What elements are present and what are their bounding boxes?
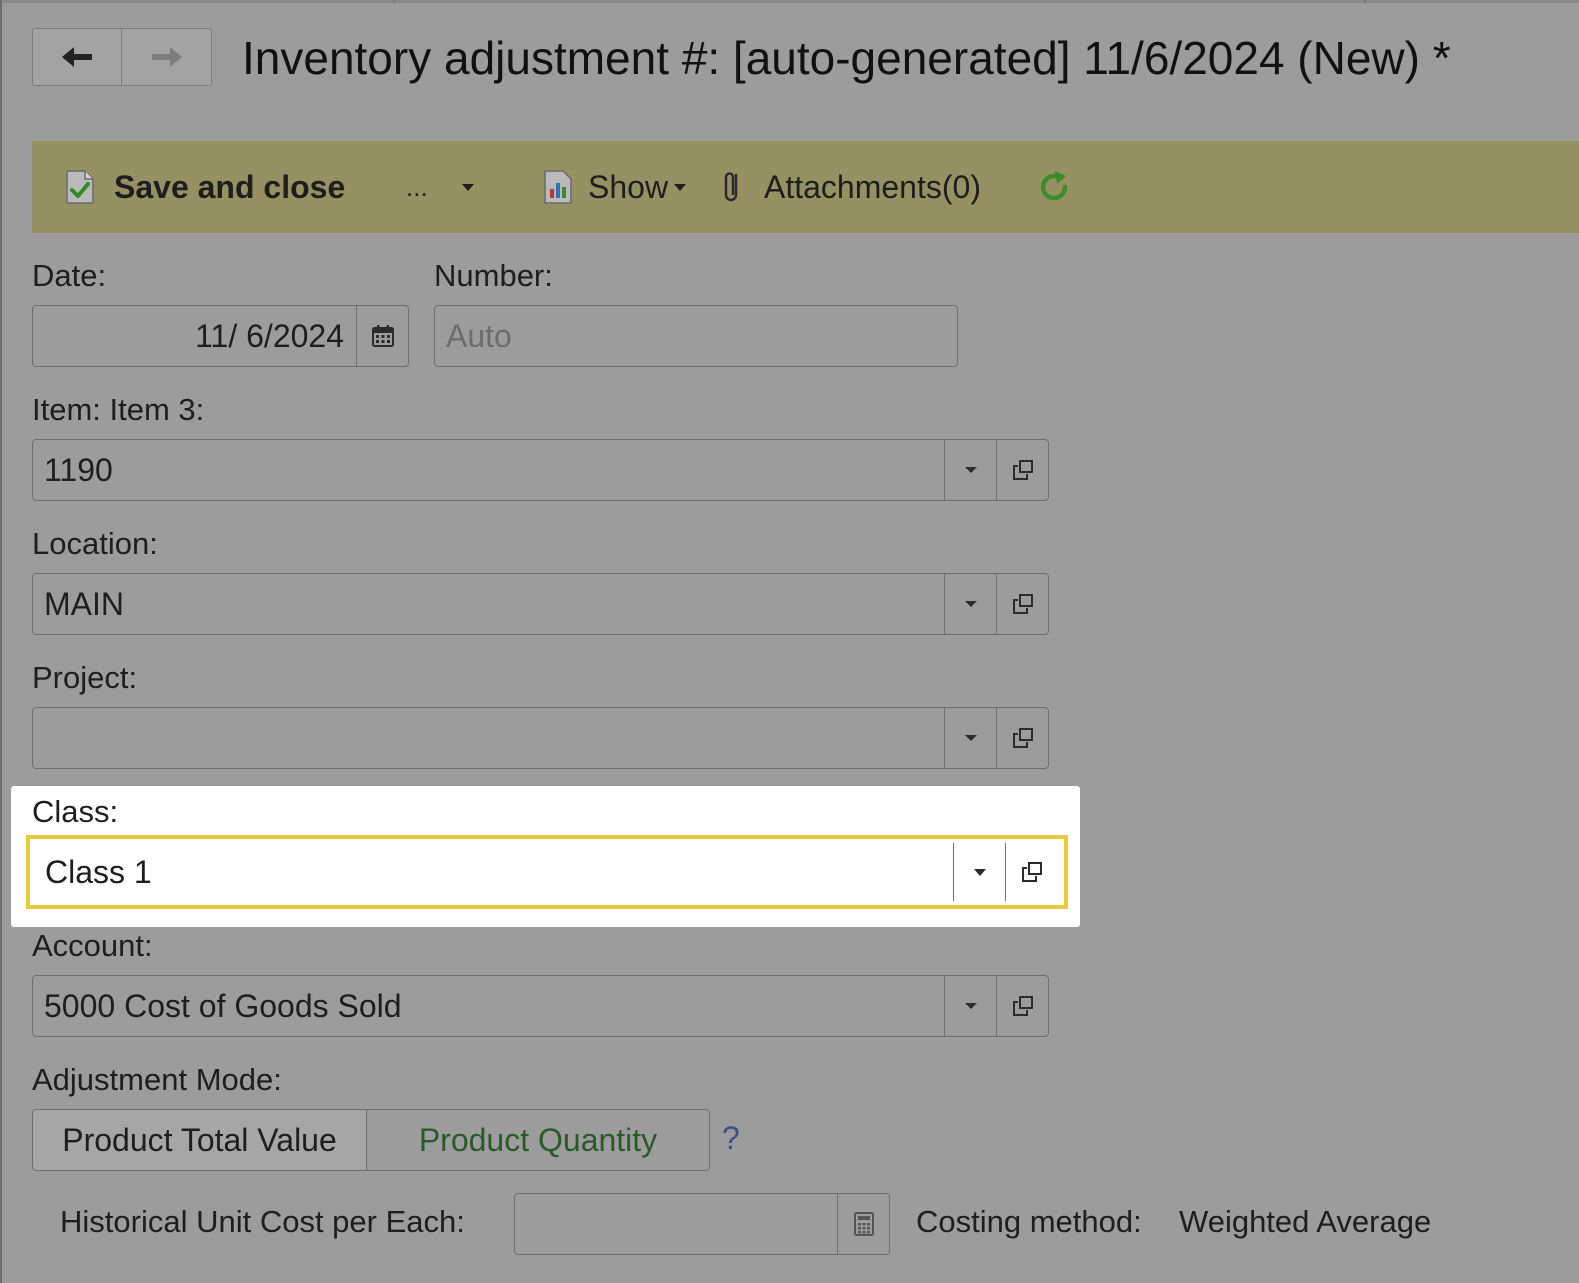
location-combobox[interactable]: MAIN (32, 573, 1049, 635)
window-divider (393, 0, 395, 3)
item-open-button[interactable] (996, 440, 1048, 500)
more-actions-label: ... (406, 171, 428, 202)
product-total-value-option[interactable]: Product Total Value (32, 1109, 367, 1171)
class-combobox[interactable]: Class 1 (26, 835, 1068, 909)
chevron-down-icon (964, 467, 977, 473)
window-top-border (0, 0, 1579, 3)
account-value: 5000 Cost of Goods Sold (44, 988, 402, 1024)
toolbar: Save and close ... Show Attachments(0) (32, 141, 1579, 233)
open-external-icon (1012, 996, 1033, 1016)
open-external-icon (1012, 728, 1033, 748)
number-placeholder: Auto (446, 318, 512, 354)
date-field[interactable]: 11/ 6/2024 (32, 305, 409, 367)
open-external-icon (1021, 862, 1042, 882)
navigation-buttons (32, 28, 212, 86)
number-label: Number: (434, 258, 553, 293)
date-label: Date: (32, 258, 107, 293)
project-label: Project: (32, 660, 138, 695)
refresh-button[interactable] (1036, 141, 1072, 233)
report-chart-icon (542, 169, 574, 205)
save-and-close-label: Save and close (114, 168, 346, 205)
open-external-icon (1012, 460, 1033, 480)
class-highlight-panel: Class: Class 1 (11, 786, 1080, 927)
save-document-icon (64, 169, 96, 205)
project-combobox[interactable] (32, 707, 1049, 769)
help-icon[interactable]: ? (722, 1120, 740, 1157)
window-divider (1364, 0, 1366, 3)
account-label: Account: (32, 928, 153, 963)
attachments-button[interactable]: Attachments(0) (722, 141, 981, 233)
calculator-button[interactable] (837, 1194, 889, 1254)
location-value: MAIN (44, 586, 124, 622)
product-quantity-option[interactable]: Product Quantity (367, 1109, 710, 1171)
open-external-icon (1012, 594, 1033, 614)
project-dropdown-button[interactable] (944, 708, 996, 768)
costing-method-label: Costing method: (916, 1204, 1142, 1239)
back-button[interactable] (33, 29, 122, 85)
account-combobox[interactable]: 5000 Cost of Goods Sold (32, 975, 1049, 1037)
show-label: Show (588, 168, 669, 205)
location-label: Location: (32, 526, 158, 561)
costing-method-value: Weighted Average (1179, 1204, 1432, 1239)
arrow-right-icon (151, 47, 182, 67)
attachments-label: Attachments(0) (764, 168, 981, 205)
paperclip-icon (722, 169, 744, 205)
item-dropdown-button[interactable] (944, 440, 996, 500)
number-field[interactable]: Auto (434, 305, 958, 367)
chevron-down-icon (674, 183, 687, 191)
forward-button[interactable] (122, 29, 211, 85)
calendar-icon (371, 325, 394, 347)
page-title: Inventory adjustment #: [auto-generated]… (242, 32, 1451, 84)
chevron-down-icon (964, 601, 977, 607)
class-value: Class 1 (45, 854, 152, 890)
historical-unit-cost-label: Historical Unit Cost per Each: (60, 1204, 465, 1239)
chevron-down-icon (461, 183, 474, 191)
save-and-close-button[interactable]: Save and close (64, 141, 345, 233)
item-value: 1190 (44, 452, 113, 488)
adjustment-mode-toggle: Product Total Value Product Quantity (32, 1109, 710, 1171)
account-open-button[interactable] (996, 976, 1048, 1036)
calculator-icon (853, 1212, 874, 1236)
refresh-icon (1040, 171, 1068, 201)
item-combobox[interactable]: 1190 (32, 439, 1049, 501)
window-left-border (0, 0, 2, 1283)
more-actions-button[interactable]: ... (406, 141, 474, 233)
chevron-down-icon (964, 1003, 977, 1009)
item-label: Item: Item 3: (32, 392, 205, 427)
class-open-button[interactable] (1005, 843, 1057, 901)
date-value: 11/ 6/2024 (195, 318, 344, 354)
arrow-left-icon (62, 47, 92, 67)
chevron-down-icon (973, 868, 986, 876)
adjustment-mode-label: Adjustment Mode: (32, 1062, 282, 1097)
location-open-button[interactable] (996, 574, 1048, 634)
chevron-down-icon (964, 735, 977, 741)
historical-unit-cost-field[interactable] (514, 1193, 890, 1255)
location-dropdown-button[interactable] (944, 574, 996, 634)
show-menu-button[interactable]: Show (542, 141, 687, 233)
class-label: Class: (32, 794, 119, 829)
account-dropdown-button[interactable] (944, 976, 996, 1036)
class-dropdown-button[interactable] (953, 843, 1005, 901)
date-picker-button[interactable] (356, 306, 408, 366)
project-open-button[interactable] (996, 708, 1048, 768)
